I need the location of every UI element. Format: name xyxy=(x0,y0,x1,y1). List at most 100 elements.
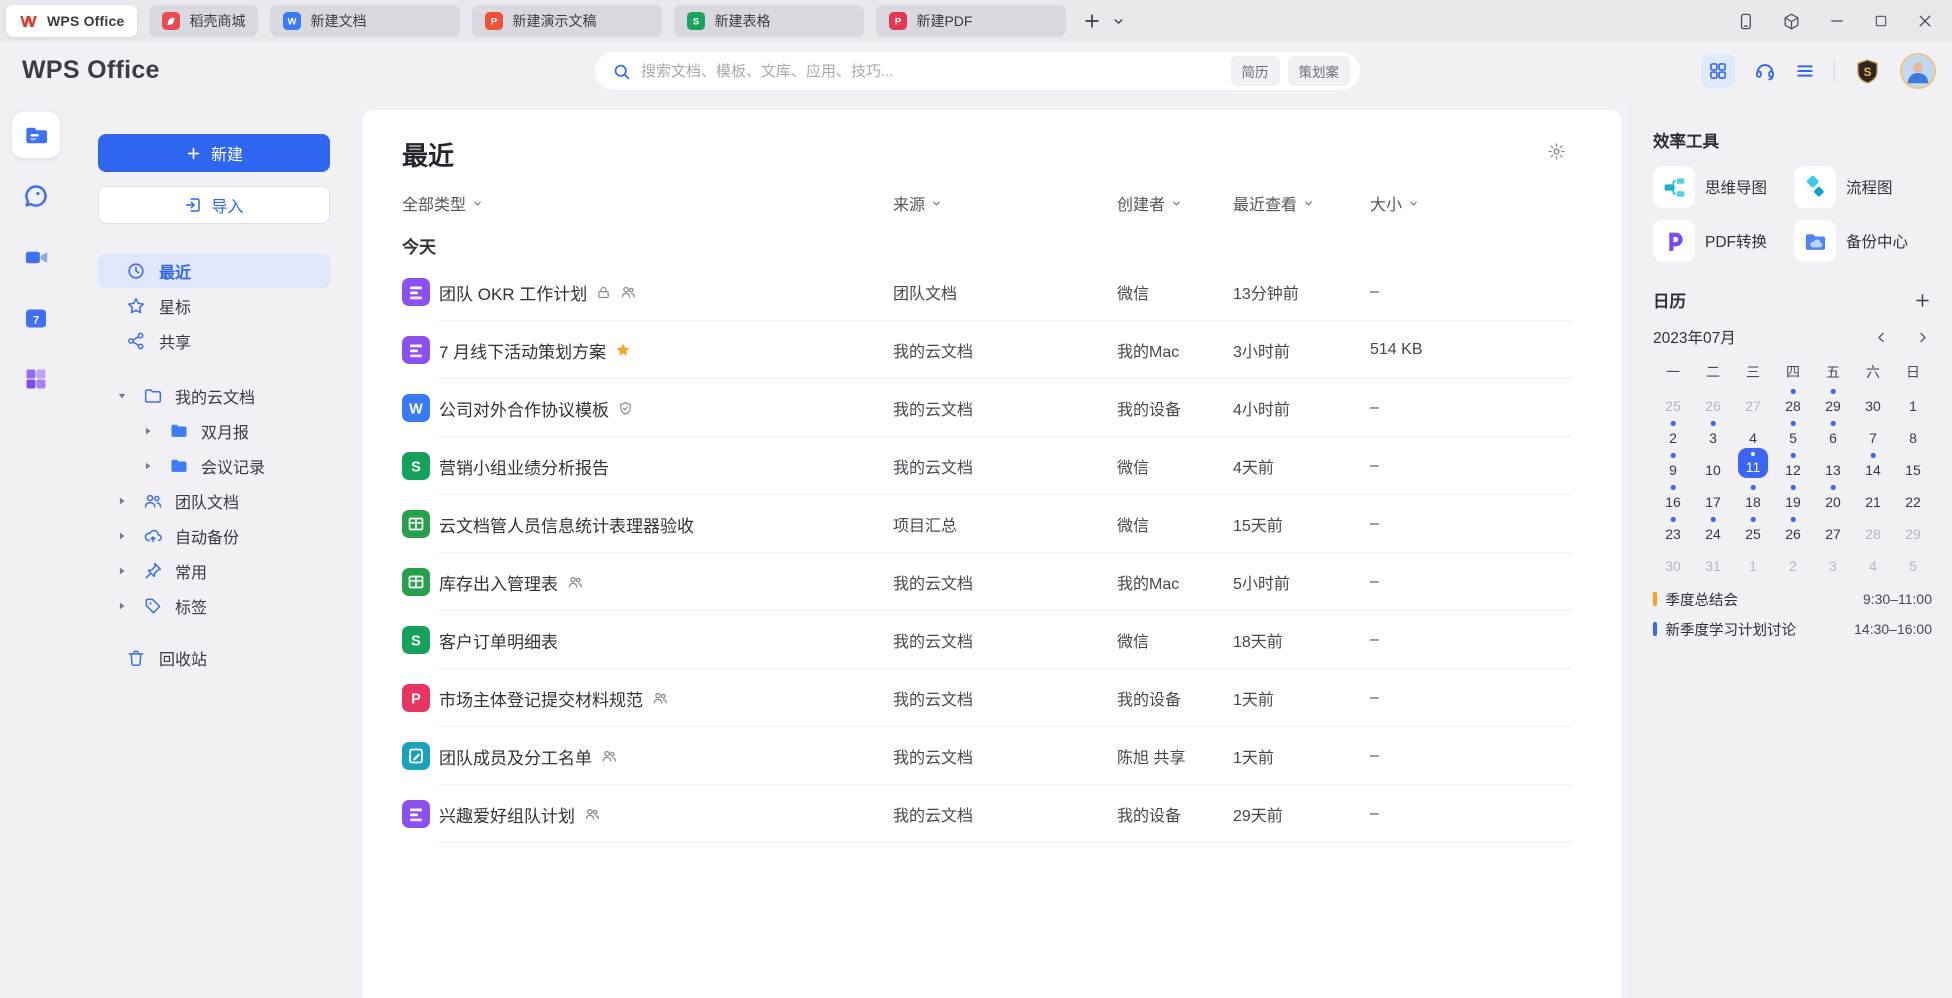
apps-grid-icon[interactable] xyxy=(1701,54,1735,88)
search-tag[interactable]: 策划案 xyxy=(1288,56,1351,86)
file-row[interactable]: P市场主体登记提交材料规范我的云文档我的设备1天前– xyxy=(402,669,1572,727)
rail-item-documents[interactable] xyxy=(12,112,60,158)
calendar-day[interactable]: 16 xyxy=(1653,482,1693,514)
calendar-day[interactable]: 8 xyxy=(1893,418,1933,450)
calendar-day[interactable]: 26 xyxy=(1693,386,1733,418)
membership-badge-icon[interactable]: S xyxy=(1854,58,1881,85)
calendar-day[interactable]: 21 xyxy=(1853,482,1893,514)
caret-right-icon[interactable] xyxy=(117,566,127,576)
calendar-day[interactable]: 27 xyxy=(1813,514,1853,546)
calendar-day[interactable]: 20 xyxy=(1813,482,1853,514)
rail-item-meeting[interactable] xyxy=(12,234,60,280)
tree-item-meeting-notes[interactable]: 会议记录 xyxy=(98,448,342,483)
calendar-day[interactable]: 15 xyxy=(1893,450,1933,482)
calendar-day[interactable]: 3 xyxy=(1693,418,1733,450)
new-tab-button[interactable] xyxy=(1082,11,1102,31)
caret-right-icon[interactable] xyxy=(117,496,127,506)
tool-backup-center[interactable]: 备份中心 xyxy=(1794,220,1932,262)
filter-dropdown[interactable]: 最近查看 xyxy=(1233,191,1314,215)
tab-new-sheet[interactable]: S新建表格 xyxy=(674,5,864,37)
tab-new-pdf[interactable]: P新建PDF xyxy=(876,5,1066,37)
calendar-day[interactable]: 28 xyxy=(1773,386,1813,418)
file-row[interactable]: 兴趣爱好组队计划我的云文档我的设备29天前– xyxy=(402,785,1572,843)
file-row[interactable]: 库存出入管理表我的云文档我的Mac5小时前– xyxy=(402,553,1572,611)
caret-right-icon[interactable] xyxy=(143,461,153,471)
calendar-day[interactable]: 26 xyxy=(1773,514,1813,546)
calendar-day[interactable]: 17 xyxy=(1693,482,1733,514)
sidebar-item-trash[interactable]: 回收站 xyxy=(98,641,330,675)
file-row[interactable]: S客户订单明细表我的云文档微信18天前– xyxy=(402,611,1572,669)
calendar-day[interactable]: 25 xyxy=(1733,514,1773,546)
calendar-day[interactable]: 31 xyxy=(1693,546,1733,578)
minimize-button[interactable] xyxy=(1828,12,1846,30)
calendar-day[interactable]: 14 xyxy=(1853,450,1893,482)
calendar-day[interactable]: 13 xyxy=(1813,450,1853,482)
calendar-day[interactable]: 1 xyxy=(1893,386,1933,418)
import-button[interactable]: 导入 xyxy=(98,186,330,224)
tab-list-dropdown-icon[interactable] xyxy=(1112,15,1125,28)
prev-month-icon[interactable] xyxy=(1874,330,1889,345)
next-month-icon[interactable] xyxy=(1915,330,1930,345)
calendar-day[interactable]: 9 xyxy=(1653,450,1693,482)
tree-item-labels[interactable]: 标签 xyxy=(98,588,342,623)
rail-item-calendar[interactable]: 7 xyxy=(12,295,60,341)
tab-docer[interactable]: 稻壳商城 xyxy=(149,5,258,37)
calendar-day[interactable]: 4 xyxy=(1853,546,1893,578)
calendar-day[interactable]: 10 xyxy=(1693,450,1733,482)
user-avatar[interactable] xyxy=(1900,53,1936,89)
calendar-day[interactable]: 22 xyxy=(1893,482,1933,514)
calendar-day[interactable]: 29 xyxy=(1893,514,1933,546)
filter-dropdown[interactable]: 来源 xyxy=(893,191,942,215)
sidebar-item-shared[interactable]: 共享 xyxy=(98,324,330,358)
caret-right-icon[interactable] xyxy=(117,601,127,611)
tab-new-slides[interactable]: P新建演示文稿 xyxy=(472,5,662,37)
caret-right-icon[interactable] xyxy=(143,426,153,436)
close-button[interactable] xyxy=(1916,12,1934,30)
filter-dropdown[interactable]: 创建者 xyxy=(1117,191,1182,215)
new-button[interactable]: 新建 xyxy=(98,134,330,172)
calendar-day[interactable]: 27 xyxy=(1733,386,1773,418)
filter-dropdown[interactable]: 大小 xyxy=(1370,191,1419,215)
caret-down-icon[interactable] xyxy=(117,391,127,401)
tab-home[interactable]: WPS Office xyxy=(6,5,137,37)
tool-flowchart[interactable]: 流程图 xyxy=(1794,166,1932,208)
calendar-day[interactable]: 4 xyxy=(1733,418,1773,450)
add-event-icon[interactable] xyxy=(1913,291,1932,310)
tree-item-frequent[interactable]: 常用 xyxy=(98,553,342,588)
calendar-day[interactable]: 12 xyxy=(1773,450,1813,482)
mobile-device-icon[interactable] xyxy=(1736,12,1755,31)
main-menu-icon[interactable] xyxy=(1795,61,1815,81)
search-tag[interactable]: 简历 xyxy=(1231,56,1280,86)
support-headset-icon[interactable] xyxy=(1754,60,1776,82)
calendar-day[interactable]: 25 xyxy=(1653,386,1693,418)
sidebar-item-starred[interactable]: 星标 xyxy=(98,289,330,323)
calendar-day[interactable]: 28 xyxy=(1853,514,1893,546)
calendar-day[interactable]: 5 xyxy=(1773,418,1813,450)
calendar-day[interactable]: 23 xyxy=(1653,514,1693,546)
file-row[interactable]: 团队成员及分工名单我的云文档陈旭 共享1天前– xyxy=(402,727,1572,785)
rail-item-apps[interactable] xyxy=(12,356,60,402)
calendar-day[interactable]: 11 xyxy=(1733,450,1773,482)
calendar-day[interactable]: 5 xyxy=(1893,546,1933,578)
sidebar-item-recent[interactable]: 最近 xyxy=(98,254,330,288)
file-row[interactable]: W公司对外合作协议模板我的云文档我的设备4小时前– xyxy=(402,379,1572,437)
calendar-day[interactable]: 30 xyxy=(1653,546,1693,578)
calendar-event[interactable]: 新季度学习计划讨论14:30–16:00 xyxy=(1653,620,1932,638)
search-input[interactable] xyxy=(641,63,1231,80)
calendar-day[interactable]: 18 xyxy=(1733,482,1773,514)
file-row[interactable]: 云文档管人员信息统计表理器验收项目汇总微信15天前– xyxy=(402,495,1572,553)
calendar-day[interactable]: 19 xyxy=(1773,482,1813,514)
calendar-day[interactable]: 7 xyxy=(1853,418,1893,450)
calendar-day[interactable]: 2 xyxy=(1773,546,1813,578)
tree-item-bimonthly[interactable]: 双月报 xyxy=(98,413,342,448)
tree-item-auto-backup[interactable]: 自动备份 xyxy=(98,518,342,553)
calendar-day[interactable]: 29 xyxy=(1813,386,1853,418)
file-row[interactable]: 团队 OKR 工作计划团队文档微信13分钟前– xyxy=(402,263,1572,321)
calendar-day[interactable]: 2 xyxy=(1653,418,1693,450)
file-row[interactable]: 7 月线下活动策划方案我的云文档我的Mac3小时前514 KB xyxy=(402,321,1572,379)
maximize-button[interactable] xyxy=(1873,13,1889,29)
workspace-cube-icon[interactable] xyxy=(1782,12,1801,31)
calendar-day[interactable]: 3 xyxy=(1813,546,1853,578)
tab-new-doc[interactable]: W新建文档 xyxy=(270,5,460,37)
search-bar[interactable]: 简历策划案 xyxy=(595,52,1360,90)
